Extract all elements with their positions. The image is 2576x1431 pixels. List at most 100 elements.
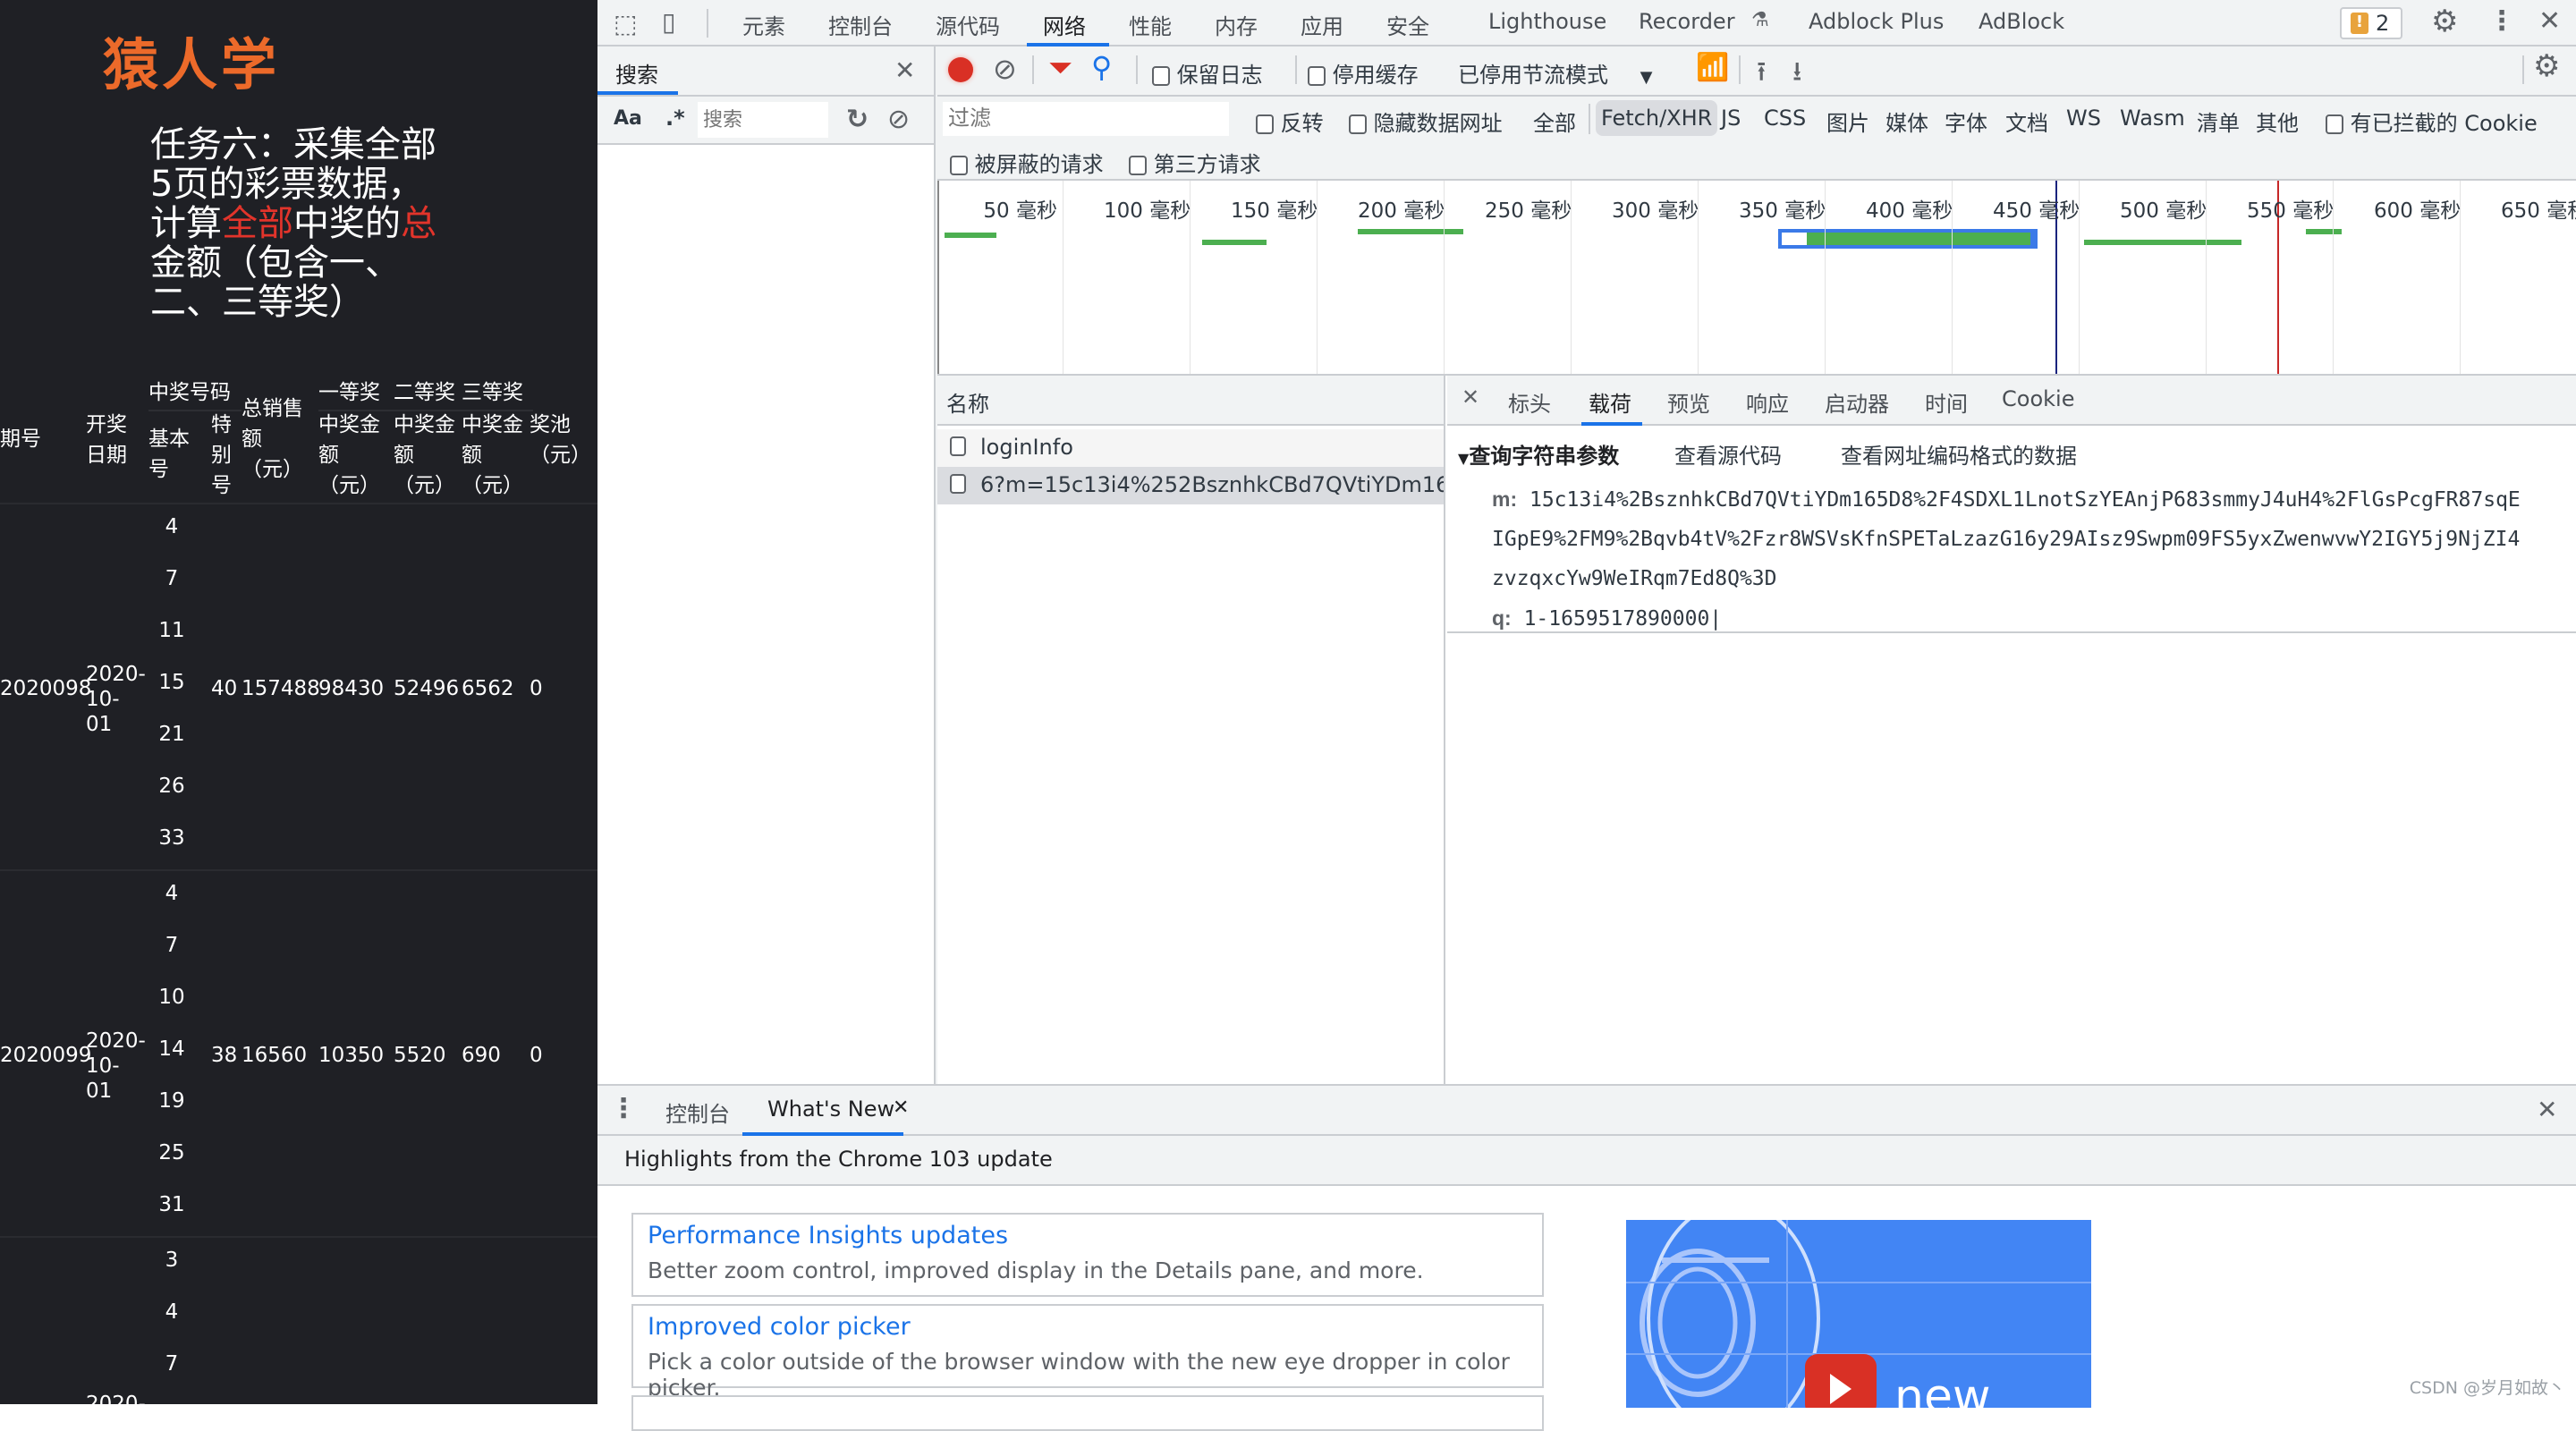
- filter-type-font[interactable]: 字体: [1945, 106, 1987, 137]
- view-source-link[interactable]: 查看源代码: [1674, 438, 1782, 470]
- issues-button[interactable]: ! 2: [2340, 7, 2402, 39]
- tab-recorder[interactable]: Recorder: [1639, 9, 1735, 34]
- tab-response[interactable]: 响应: [1746, 386, 1789, 418]
- task-highlight: 全部: [222, 203, 293, 244]
- hide-data-urls-checkbox[interactable]: 隐藏数据网址: [1349, 106, 1503, 137]
- search-panel-title: 搜索: [615, 57, 658, 89]
- network-settings-icon[interactable]: ⚙: [2533, 48, 2560, 84]
- regex-button[interactable]: .*: [665, 106, 685, 131]
- preserve-log-checkbox[interactable]: 保留日志: [1152, 57, 1263, 89]
- tab-network[interactable]: 网络: [1043, 9, 1086, 40]
- filter-type-manifest[interactable]: 清单: [2197, 106, 2240, 137]
- settings-gear-icon[interactable]: ⚙: [2431, 4, 2458, 39]
- view-url-encoded-link[interactable]: 查看网址编码格式的数据: [1841, 438, 2077, 470]
- third-party-checkbox[interactable]: 第三方请求: [1129, 147, 1261, 178]
- import-har-icon[interactable]: ⭱: [1757, 52, 1767, 97]
- tab-payload[interactable]: 载荷: [1589, 386, 1631, 418]
- filter-type-doc[interactable]: 文档: [2005, 106, 2048, 137]
- close-detail-icon[interactable]: ✕: [1462, 385, 1479, 410]
- timeline-tick-label: 300 毫秒: [1612, 193, 1692, 224]
- th-basic-numbers: 基本号: [148, 424, 193, 485]
- filter-type-other[interactable]: 其他: [2256, 106, 2299, 137]
- drawer-tab-console[interactable]: 控制台: [665, 1097, 730, 1128]
- filter-icon[interactable]: ⏷: [1048, 50, 1072, 86]
- tab-memory[interactable]: 内存: [1215, 9, 1258, 40]
- clear-log-icon[interactable]: ⊘: [993, 52, 1017, 86]
- filter-type-ws[interactable]: WS: [2066, 106, 2101, 131]
- network-overview-timeline[interactable]: 50 毫秒100 毫秒150 毫秒200 毫秒250 毫秒300 毫秒350 毫…: [937, 181, 2576, 376]
- device-toolbar-icon[interactable]: ▯: [662, 7, 675, 37]
- throttling-select[interactable]: 已停用节流模式 ▼: [1458, 57, 1652, 89]
- whats-new-card[interactable]: [631, 1395, 1544, 1431]
- clear-icon[interactable]: ⊘: [887, 104, 910, 135]
- disable-cache-label: 停用缓存: [1333, 63, 1419, 88]
- close-tab-icon[interactable]: ✕: [893, 1097, 909, 1119]
- invert-checkbox[interactable]: 反转: [1256, 106, 1324, 137]
- filter-type-js[interactable]: JS: [1721, 106, 1741, 131]
- match-case-button[interactable]: Aa: [614, 107, 642, 130]
- tab-security[interactable]: 安全: [1386, 9, 1429, 40]
- tab-preview[interactable]: 预览: [1667, 386, 1710, 418]
- whats-new-card[interactable]: Improved color picker Pick a color outsi…: [631, 1304, 1544, 1388]
- request-row-selected[interactable]: 6?m=15c13i4%252BsznhkCBd7QVtiYDm16…: [937, 467, 1444, 504]
- card-title[interactable]: Performance Insights updates: [648, 1222, 1008, 1249]
- cell-basic-number: 19: [145, 1089, 199, 1113]
- tab-adblock-plus[interactable]: Adblock Plus: [1809, 9, 1944, 34]
- preserve-log-label: 保留日志: [1177, 63, 1263, 88]
- network-conditions-icon[interactable]: 📶: [1696, 52, 1729, 83]
- tab-console[interactable]: 控制台: [828, 9, 893, 40]
- tab-timing[interactable]: 时间: [1925, 386, 1968, 418]
- param-value-line: 15c13i4%2BsznhkCBd7QVtiYDm165D8%2F4SDXL1…: [1530, 488, 2521, 512]
- request-list: 名称 loginInfo 6?m=15c13i4%252BsznhkCBd7QV…: [937, 376, 1445, 1084]
- filter-type-media[interactable]: 媒体: [1885, 106, 1928, 137]
- whats-new-card[interactable]: Performance Insights updates Better zoom…: [631, 1213, 1544, 1297]
- param-key: q:: [1492, 606, 1512, 630]
- drawer-menu-icon[interactable]: ⋮: [610, 1093, 637, 1124]
- tab-headers[interactable]: 标头: [1508, 386, 1551, 418]
- disable-cache-checkbox[interactable]: 停用缓存: [1308, 57, 1419, 89]
- close-drawer-icon[interactable]: ✕: [2537, 1095, 2557, 1124]
- name-column-header[interactable]: 名称: [946, 386, 989, 418]
- cell-basic-number: 31: [145, 1193, 199, 1216]
- filter-type-css[interactable]: CSS: [1764, 106, 1806, 131]
- drawer-tab-whats-new[interactable]: What's New: [767, 1097, 894, 1122]
- task-text: 金额（包含一、二、三等奖）: [150, 242, 401, 323]
- blocked-requests-checkbox[interactable]: 被屏蔽的请求: [950, 147, 1104, 178]
- inspect-element-icon[interactable]: ⬚: [614, 9, 637, 38]
- section-title-text: 查询字符串参数: [1469, 444, 1619, 469]
- whats-new-video-thumbnail[interactable]: new: [1626, 1220, 2091, 1408]
- search-icon[interactable]: ⚲: [1091, 50, 1112, 84]
- tab-performance[interactable]: 性能: [1129, 9, 1172, 40]
- tab-application[interactable]: 应用: [1301, 9, 1343, 40]
- filter-input[interactable]: [943, 102, 1229, 136]
- cell-first-prize: 98430: [318, 676, 384, 701]
- tab-initiator[interactable]: 启动器: [1825, 386, 1889, 418]
- timeline-tick-label: 250 毫秒: [1485, 193, 1565, 224]
- filter-type-all[interactable]: 全部: [1533, 106, 1576, 137]
- filter-type-fetch-xhr[interactable]: Fetch/XHR: [1596, 100, 1717, 136]
- record-button[interactable]: [948, 57, 973, 82]
- tab-adblock[interactable]: AdBlock: [1979, 9, 2064, 34]
- issues-icon: !: [2351, 13, 2368, 34]
- devtools: ⬚ ▯ 元素 控制台 源代码 网络 性能 内存 应用 安全 Lighthouse…: [597, 0, 2576, 1404]
- blocked-cookies-checkbox[interactable]: 有已拦截的 Cookie: [2326, 106, 2538, 137]
- tab-lighthouse[interactable]: Lighthouse: [1488, 9, 1606, 34]
- th-third-prize: 中奖金额（元）: [462, 410, 530, 501]
- close-search-icon[interactable]: ✕: [894, 55, 915, 85]
- request-row-logininfo[interactable]: loginInfo: [937, 429, 1444, 467]
- refresh-icon[interactable]: ↻: [846, 104, 869, 135]
- filter-type-img[interactable]: 图片: [1826, 106, 1869, 137]
- tab-sources[interactable]: 源代码: [936, 9, 1000, 40]
- export-har-icon[interactable]: ⭳: [1792, 52, 1802, 97]
- tab-elements[interactable]: 元素: [742, 9, 785, 40]
- filter-type-wasm[interactable]: Wasm: [2120, 106, 2185, 131]
- search-input[interactable]: [698, 102, 828, 138]
- cell-basic-number: 7: [145, 567, 199, 590]
- close-devtools-icon[interactable]: ✕: [2538, 5, 2561, 37]
- card-title[interactable]: Improved color picker: [648, 1313, 911, 1341]
- card-description: Pick a color outside of the browser wind…: [648, 1349, 1542, 1401]
- expand-triangle-icon: ▼: [1458, 450, 1469, 467]
- more-options-icon[interactable]: ⋮: [2488, 5, 2515, 37]
- tab-cookies[interactable]: Cookie: [2002, 386, 2074, 411]
- th-first-prize: 中奖金额（元）: [318, 410, 386, 501]
